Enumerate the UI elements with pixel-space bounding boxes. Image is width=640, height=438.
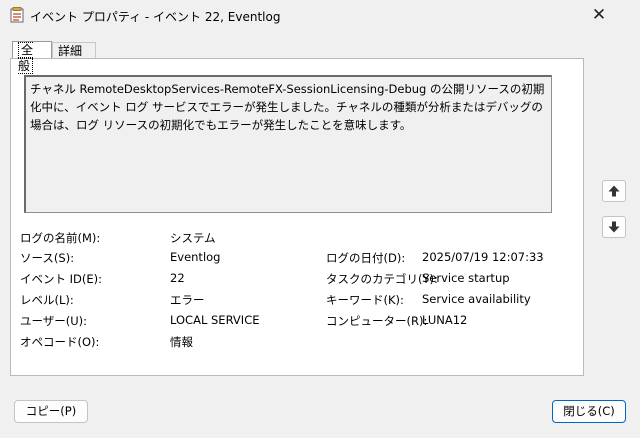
computer-value[interactable]: LUNA12 [422, 313, 467, 327]
level-label: レベル(L): [20, 293, 74, 307]
tab-general[interactable]: 全般 [12, 41, 52, 74]
event-id-label: イベント ID(E): [20, 272, 103, 286]
window-title: イベント プロパティ - イベント 22, Eventlog [30, 10, 281, 24]
arrow-up-icon [608, 185, 620, 197]
title-bar: イベント プロパティ - イベント 22, Eventlog ✕ [0, 0, 640, 30]
source-label: ソース(S): [20, 251, 75, 265]
log-name-label: ログの名前(M): [20, 231, 101, 245]
close-button[interactable]: 閉じる(C) [552, 400, 626, 423]
computer-label: コンピューター(R): [326, 314, 428, 328]
tab-details-label: 詳細 [58, 44, 83, 58]
close-window-icon[interactable]: ✕ [588, 4, 610, 26]
event-description[interactable]: チャネル RemoteDesktopServices-RemoteFX-Sess… [24, 75, 552, 213]
event-id-value[interactable]: 22 [170, 271, 185, 285]
logged-label: ログの日付(D): [326, 251, 406, 265]
keywords-label: キーワード(K): [326, 293, 404, 307]
next-event-button[interactable] [602, 216, 626, 238]
opcode-value[interactable]: 情報 [170, 334, 193, 350]
keywords-value[interactable]: Service availability [422, 292, 531, 306]
user-label: ユーザー(U): [20, 314, 88, 328]
arrow-down-icon [608, 221, 620, 233]
event-properties-icon [10, 7, 24, 23]
log-name-value[interactable]: システム [170, 230, 216, 246]
logged-value[interactable]: 2025/07/19 12:07:33 [422, 250, 544, 264]
copy-button[interactable]: コピー(P) [14, 400, 88, 423]
tab-details[interactable]: 詳細 [52, 42, 96, 59]
level-value[interactable]: エラー [170, 292, 205, 308]
previous-event-button[interactable] [602, 180, 626, 202]
opcode-label: オペコード(O): [20, 335, 100, 349]
source-value[interactable]: Eventlog [170, 250, 220, 264]
task-category-value[interactable]: Service startup [422, 271, 510, 285]
user-value[interactable]: LOCAL SERVICE [170, 313, 260, 327]
tab-general-label: 全般 [18, 42, 34, 74]
